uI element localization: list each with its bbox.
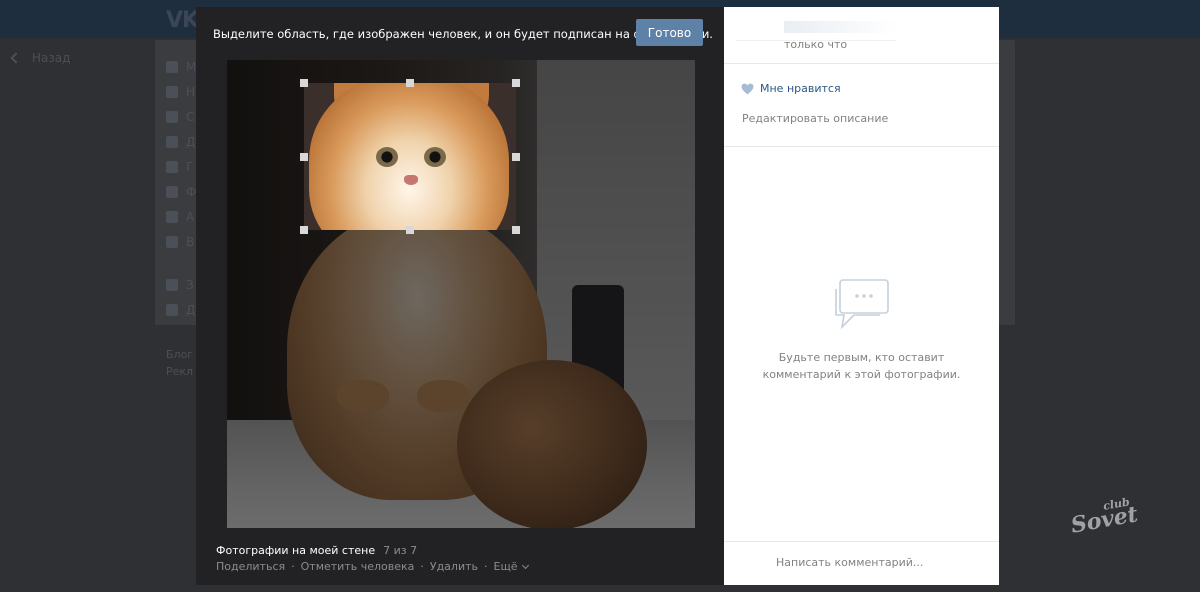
more-label: Ещё (493, 560, 518, 573)
like-label: Мне нравится (760, 82, 841, 95)
more-link[interactable]: Ещё (493, 560, 529, 573)
footer-link: Рекл (166, 365, 194, 378)
groups-icon (166, 160, 178, 173)
chevron-down-icon (521, 561, 529, 570)
bg-menu-label: М (186, 59, 197, 74)
like-button[interactable]: Мне нравится (741, 82, 841, 95)
vk-logo: VK (166, 8, 199, 33)
post-time: только что (784, 38, 848, 51)
bg-menu-label: Д (186, 302, 196, 317)
background-menu: М Н С Д Г Ф А В З Д (166, 54, 196, 322)
camera-icon (166, 185, 178, 198)
footer-link: Блог (166, 348, 194, 361)
delete-link[interactable]: Удалить (430, 560, 478, 573)
comments-icon (835, 279, 889, 330)
watermark-brand: Sovet (1068, 501, 1140, 539)
empty-comments-text: Будьте первым, кто оставит комментарий к… (754, 349, 969, 383)
bg-menu-item: А (166, 204, 196, 229)
video-icon (166, 235, 178, 248)
chevron-left-icon (10, 52, 22, 64)
cat-nose (404, 175, 418, 185)
bg-menu-label: Ф (186, 184, 197, 199)
bg-menu-item: М (166, 54, 196, 79)
messages-icon (166, 110, 178, 123)
empty-comments-line: комментарий к этой фотографии. (762, 368, 961, 381)
star-icon (166, 278, 178, 291)
resize-handle-w[interactable] (300, 153, 308, 161)
bg-menu-item: Н (166, 79, 196, 104)
cat-eye (424, 147, 446, 167)
heart-icon (741, 83, 754, 94)
photo-viewer: Выделите область, где изображен человек,… (196, 7, 724, 585)
bg-menu-item: Д (166, 129, 196, 154)
photo[interactable] (227, 60, 695, 528)
divider (724, 63, 999, 64)
back-link-label: Назад (32, 51, 71, 65)
bg-menu-label: А (186, 209, 195, 224)
selection-area[interactable] (304, 83, 516, 230)
divider (724, 146, 999, 147)
separator-dot: · (291, 560, 295, 573)
divider (724, 541, 999, 542)
separator-dot: · (484, 560, 488, 573)
share-link[interactable]: Поделиться (216, 560, 285, 573)
album-link[interactable]: Фотографии на моей стене (216, 544, 375, 557)
bg-menu-item: Д (166, 297, 196, 322)
author-name-hidden[interactable] (784, 21, 899, 33)
album-info: Фотографии на моей стене 7 из 7 (216, 544, 417, 557)
resize-handle-ne[interactable] (512, 79, 520, 87)
bg-menu-label: Г (186, 159, 194, 174)
cat-face (309, 83, 509, 230)
photo-side-panel: только что Мне нравится Редактировать оп… (724, 7, 999, 585)
photo-actions: Поделиться · Отметить человека · Удалить… (216, 560, 529, 573)
news-icon (166, 85, 178, 98)
bg-menu-label: Д (186, 134, 196, 149)
comment-input[interactable]: Написать комментарий... (776, 556, 923, 569)
home-icon (166, 60, 178, 73)
bg-menu-label: С (186, 109, 195, 124)
resize-handle-s[interactable] (406, 226, 414, 234)
edit-description-link[interactable]: Редактировать описание (742, 112, 888, 125)
resize-handle-se[interactable] (512, 226, 520, 234)
resize-handle-sw[interactable] (300, 226, 308, 234)
resize-handle-nw[interactable] (300, 79, 308, 87)
bg-menu-item: Г (166, 154, 196, 179)
done-button[interactable]: Готово (636, 19, 703, 46)
empty-comments-line: Будьте первым, кто оставит (778, 351, 945, 364)
bg-menu-label: Н (186, 84, 196, 99)
music-icon (166, 210, 178, 223)
photo-counter-text: 7 из 7 (383, 544, 418, 557)
friends-icon (166, 135, 178, 148)
bg-menu-item: З (166, 272, 196, 297)
resize-handle-e[interactable] (512, 153, 520, 161)
bg-menu-item: Ф (166, 179, 196, 204)
bg-menu-item: С (166, 104, 196, 129)
watermark-logo: club Sovet (1068, 494, 1140, 538)
document-icon (166, 303, 178, 316)
bg-menu-label: В (186, 234, 195, 249)
bg-menu-label: З (186, 277, 194, 292)
bg-menu-item: В (166, 229, 196, 254)
cat-eye (376, 147, 398, 167)
separator-dot: · (420, 560, 424, 573)
back-link[interactable]: Назад (10, 51, 71, 65)
tag-person-link[interactable]: Отметить человека (301, 560, 415, 573)
background-footer: Блог Рекл (166, 346, 193, 380)
resize-handle-n[interactable] (406, 79, 414, 87)
